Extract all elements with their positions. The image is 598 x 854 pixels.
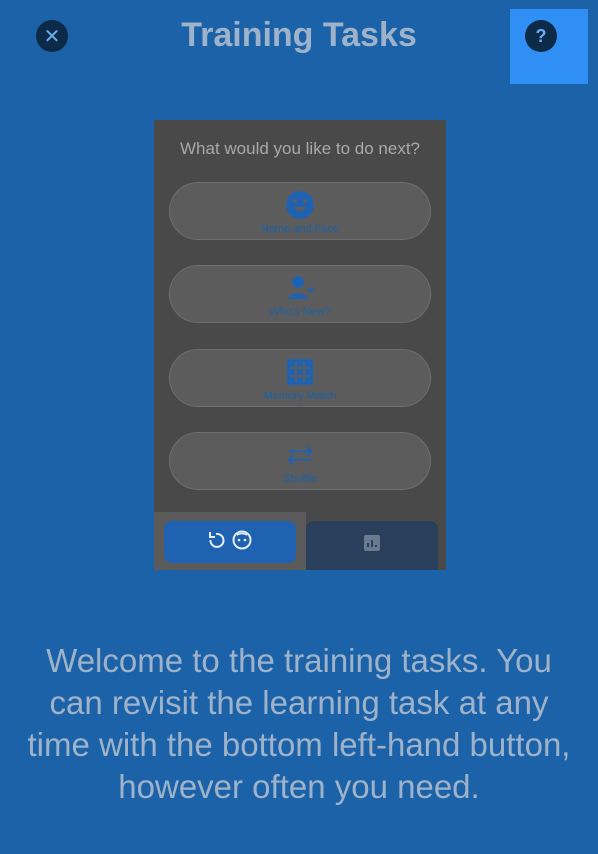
add-person-icon bbox=[285, 273, 315, 303]
swap-arrows-icon bbox=[285, 440, 315, 470]
option-label: Shuffle bbox=[282, 473, 318, 485]
welcome-message: Welcome to the training tasks. You can r… bbox=[27, 642, 571, 805]
help-button[interactable]: ? bbox=[525, 20, 557, 52]
tab-revisit-learning bbox=[164, 521, 296, 563]
page-title: Training Tasks bbox=[181, 16, 417, 54]
tab-stats bbox=[306, 521, 438, 570]
option-whos-new: Who's New? bbox=[169, 265, 431, 323]
face-icon bbox=[285, 190, 315, 220]
option-label: Memory Match bbox=[263, 390, 337, 402]
preview-prompt: What would you like to do next? bbox=[179, 139, 421, 158]
option-label: Who's New? bbox=[269, 306, 331, 318]
option-shuffle: Shuffle bbox=[169, 432, 431, 490]
option-label: Name and Face bbox=[260, 223, 340, 235]
option-memory-match: Memory Match bbox=[169, 349, 431, 407]
option-name-and-face: Name and Face bbox=[169, 182, 431, 240]
help-highlight: ? bbox=[510, 9, 588, 84]
help-icon: ? bbox=[535, 25, 547, 46]
tutorial-preview: What would you like to do next? Name and… bbox=[154, 120, 446, 570]
revisit-learning-icon bbox=[207, 529, 253, 556]
grid-icon bbox=[285, 357, 315, 387]
stats-icon bbox=[363, 534, 381, 557]
